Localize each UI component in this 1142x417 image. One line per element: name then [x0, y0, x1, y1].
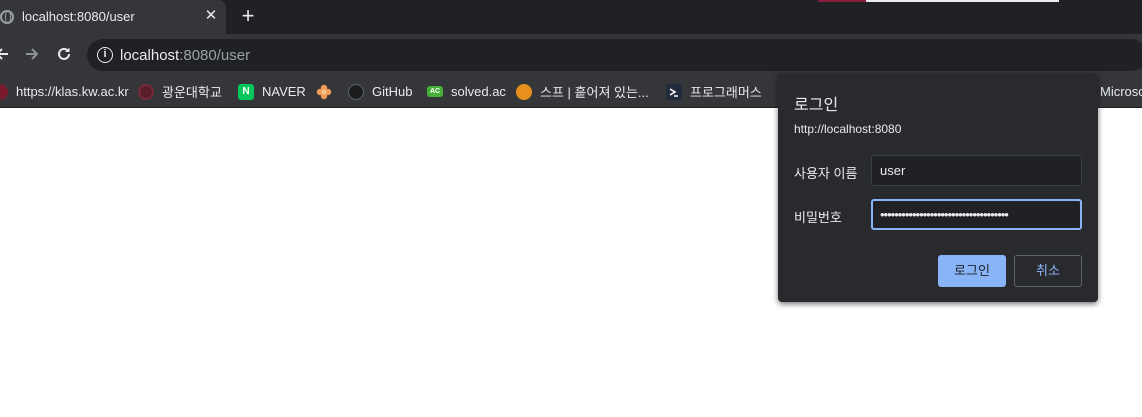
- bookmark-label: NAVER: [262, 84, 306, 99]
- login-dialog: 로그인 http://localhost:8080 사용자 이름 user 비밀…: [778, 73, 1098, 302]
- bookmark-programmers[interactable]: 프로그래머스: [666, 76, 762, 107]
- bookmark-label: GitHub: [372, 84, 413, 99]
- spp-icon: [516, 83, 532, 100]
- browser-tab[interactable]: localhost:8080/user ✕: [0, 0, 226, 34]
- programmers-icon: [666, 83, 682, 100]
- login-button[interactable]: 로그인: [938, 255, 1006, 287]
- back-button[interactable]: [0, 44, 12, 64]
- url-host: localhost: [120, 47, 180, 64]
- new-tab-button[interactable]: +: [238, 5, 258, 27]
- reload-button[interactable]: [54, 44, 74, 64]
- globe-icon: [0, 10, 14, 24]
- username-input[interactable]: user: [871, 155, 1082, 186]
- bookmark-github[interactable]: GitHub: [348, 76, 412, 107]
- forward-button[interactable]: [22, 44, 42, 64]
- tab-title: localhost:8080/user: [22, 9, 135, 24]
- dialog-origin: http://localhost:8080: [794, 122, 902, 136]
- dialog-title: 로그인: [794, 97, 839, 114]
- bookmark-solved-ac[interactable]: AC solved.ac: [427, 76, 506, 107]
- reload-icon: [58, 47, 70, 60]
- flower-icon: [316, 84, 332, 99]
- bookmark-microsoft[interactable]: Microso: [1100, 76, 1142, 107]
- window-accent-bar-light: [866, 0, 1059, 2]
- bookmark-label: Microso: [1100, 84, 1142, 99]
- bookmark-label: 프로그래머스: [690, 85, 762, 100]
- bookmark-label: 광운대학교: [162, 85, 222, 100]
- arrow-right-icon: [26, 48, 39, 60]
- kwangwoon-icon: [138, 83, 154, 100]
- browser-toolbar: i localhost:8080/user: [0, 34, 1142, 76]
- naver-icon: N: [238, 83, 254, 100]
- address-bar[interactable]: i localhost:8080/user: [87, 39, 1142, 71]
- info-icon[interactable]: i: [97, 47, 113, 63]
- bookmark-label: https://klas.kw.ac.kr: [16, 84, 129, 99]
- cancel-button[interactable]: 취소: [1014, 255, 1082, 287]
- solved-ac-icon: AC: [427, 86, 443, 97]
- url-text[interactable]: localhost:8080/user: [120, 47, 250, 64]
- window-accent-bar: [818, 0, 866, 2]
- bookmark-naver[interactable]: N NAVER: [238, 76, 306, 107]
- url-path: :8080/user: [179, 47, 251, 64]
- bookmark-spp[interactable]: 스프 | 흩어져 있는...: [516, 76, 649, 107]
- klas-icon: [0, 83, 8, 100]
- bookmark-kwangwoon[interactable]: 광운대학교: [138, 76, 222, 107]
- github-icon: [348, 83, 364, 100]
- username-label: 사용자 이름: [794, 166, 858, 181]
- password-label: 비밀번호: [794, 210, 842, 225]
- close-tab-icon[interactable]: ✕: [203, 8, 219, 24]
- bookmark-klas[interactable]: https://klas.kw.ac.kr: [0, 76, 129, 107]
- arrow-left-icon: [0, 48, 8, 60]
- bookmark-flower[interactable]: [316, 76, 332, 107]
- password-input[interactable]: ••••••••••••••••••••••••••••••••••••: [871, 199, 1082, 230]
- bookmark-label: 스프 | 흩어져 있는...: [540, 85, 649, 100]
- bookmark-label: solved.ac: [451, 84, 506, 99]
- tab-strip: localhost:8080/user ✕ +: [0, 0, 1142, 34]
